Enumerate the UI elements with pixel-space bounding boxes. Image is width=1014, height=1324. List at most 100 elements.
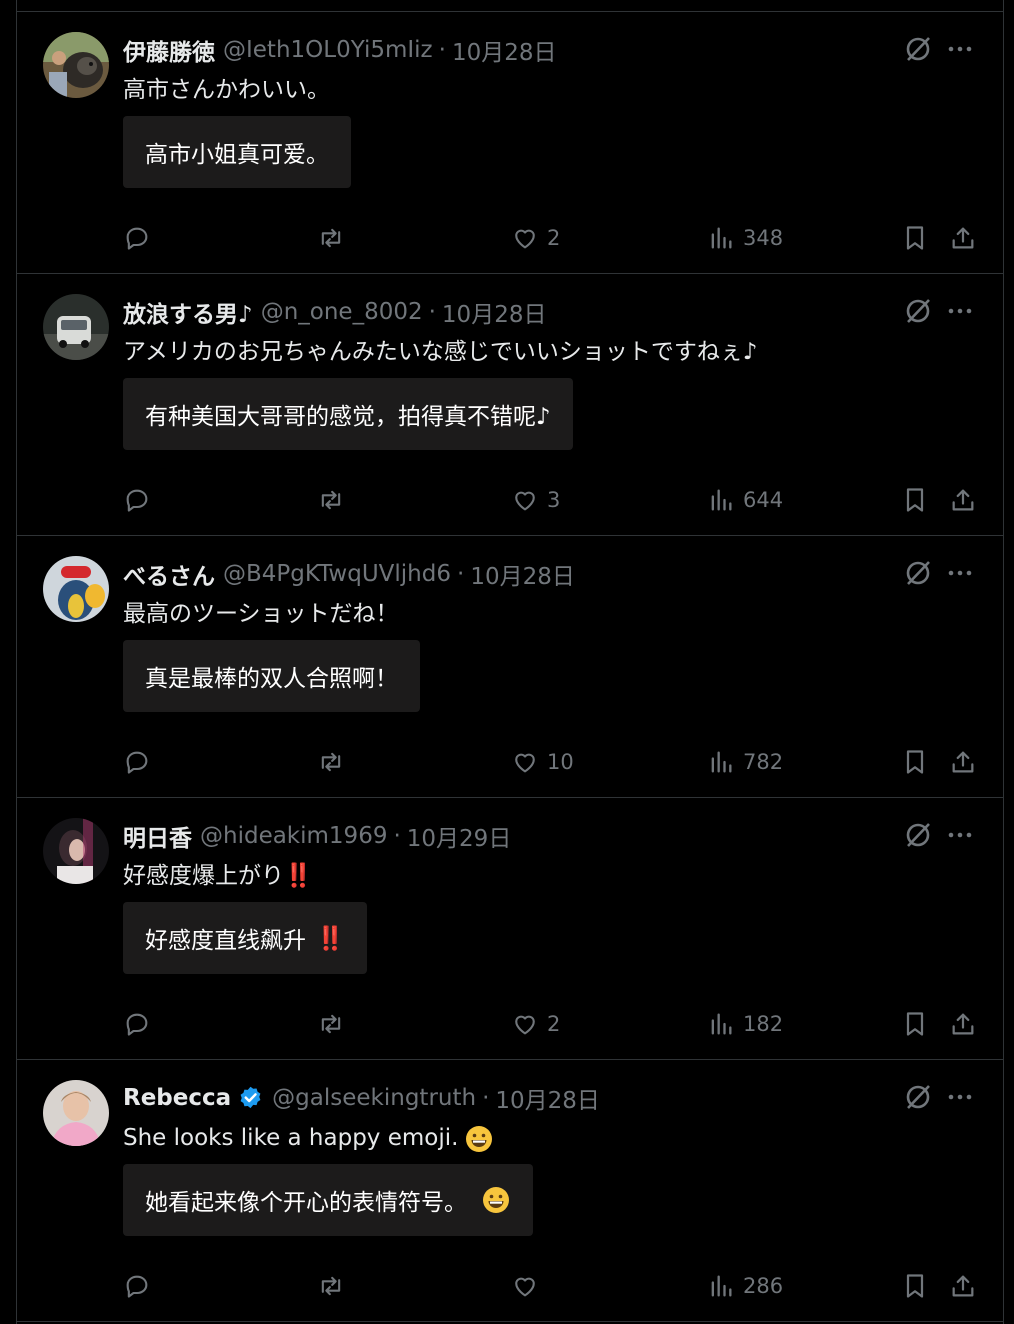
- person-pink-avatar[interactable]: [43, 1080, 109, 1146]
- translation-text: 好感度直线飙升: [145, 928, 306, 954]
- double-exclamation-emoji: ‼️: [284, 863, 313, 889]
- user-name[interactable]: べるさん: [123, 557, 215, 591]
- reply-icon: [126, 227, 148, 250]
- more-icon[interactable]: [945, 1084, 975, 1110]
- bookmark-button[interactable]: [901, 1004, 929, 1044]
- views-button[interactable]: 182: [707, 1004, 783, 1044]
- user-handle[interactable]: @galseekingtruth: [272, 1085, 476, 1111]
- views-icon: [711, 227, 732, 249]
- translation-box: 高市小姐真可爱。: [123, 116, 351, 188]
- views-button[interactable]: 348: [707, 218, 783, 258]
- share-button[interactable]: [949, 1266, 977, 1306]
- user-name[interactable]: 放浪する男♪: [123, 295, 253, 329]
- like-button[interactable]: 10: [511, 742, 574, 782]
- bookmark-button[interactable]: [901, 218, 929, 258]
- bookmark-button[interactable]: [901, 1266, 929, 1306]
- person-night-avatar[interactable]: [43, 818, 109, 884]
- timestamp[interactable]: 10月28日: [470, 557, 575, 591]
- share-button[interactable]: [949, 480, 977, 520]
- reply-button[interactable]: [123, 1266, 151, 1306]
- translation-box: 有种美国大哥哥的感觉，拍得真不错呢♪: [123, 378, 573, 450]
- timestamp[interactable]: 10月28日: [495, 1081, 600, 1115]
- share-button[interactable]: [949, 742, 977, 782]
- user-handle[interactable]: @Ieth1OL0Yi5mIiz: [223, 37, 433, 63]
- retweet-button[interactable]: [317, 1266, 345, 1306]
- like-button[interactable]: 3: [511, 480, 560, 520]
- more-icon[interactable]: [945, 560, 975, 586]
- like-button[interactable]: 2: [511, 1004, 560, 1044]
- double-exclamation-emoji: ‼️: [316, 925, 345, 952]
- bookmark-button[interactable]: [901, 742, 929, 782]
- tweet-text: 高市さんかわいい。: [123, 77, 330, 103]
- reply-button[interactable]: [123, 480, 151, 520]
- user-name[interactable]: 明日香: [123, 819, 192, 853]
- grinning-face-emoji: [481, 1185, 511, 1215]
- view-count: 644: [743, 488, 784, 512]
- share-button[interactable]: [949, 1004, 977, 1044]
- more-icon[interactable]: [945, 822, 975, 848]
- bookmark-icon: [906, 488, 924, 512]
- dog-photo-avatar[interactable]: [43, 32, 109, 98]
- user-handle[interactable]: @B4PgKTwqUVljhd6: [223, 561, 451, 587]
- user-handle[interactable]: @n_one_8002: [261, 299, 423, 325]
- share-icon: [952, 1013, 974, 1035]
- timestamp[interactable]: 10月29日: [407, 819, 512, 853]
- views-button[interactable]: 286: [707, 1266, 783, 1306]
- tweet-text: アメリカのお兄ちゃんみたいな感じでいいショットですねぇ♪: [123, 339, 758, 365]
- retweet-button[interactable]: [317, 1004, 345, 1044]
- retweet-button[interactable]: [317, 480, 345, 520]
- retweet-button[interactable]: [317, 742, 345, 782]
- like-count: 2: [547, 1012, 561, 1036]
- grok-icon[interactable]: [903, 1082, 933, 1112]
- timestamp[interactable]: 10月28日: [452, 33, 557, 67]
- user-name[interactable]: 伊藤勝徳: [123, 33, 215, 67]
- share-button[interactable]: [949, 218, 977, 258]
- views-button[interactable]: 644: [707, 480, 783, 520]
- separator: ·: [428, 299, 436, 325]
- views-icon: [711, 1275, 732, 1297]
- grok-icon[interactable]: [903, 296, 933, 326]
- view-count: 182: [743, 1012, 784, 1036]
- timestamp[interactable]: 10月28日: [442, 295, 547, 329]
- grok-icon[interactable]: [903, 34, 933, 64]
- more-icon[interactable]: [945, 298, 975, 324]
- views-icon: [711, 1013, 732, 1035]
- reply-button[interactable]: [123, 742, 151, 782]
- translation-text: 她看起来像个开心的表情符号。: [145, 1190, 467, 1216]
- reply-button[interactable]: [123, 218, 151, 258]
- tweet-header: 明日香 @hideakim1969 · 10月29日: [123, 820, 511, 852]
- tweet[interactable]: 放浪する男♪ @n_one_8002 · 10月28日 アメリカのお兄ちゃんみた…: [17, 274, 1003, 536]
- tweet[interactable]: べるさん @B4PgKTwqUVljhd6 · 10月28日 最高のツーショット…: [17, 536, 1003, 798]
- tweet[interactable]: 伊藤勝徳 @Ieth1OL0Yi5mIiz · 10月28日 高市さんかわいい。…: [17, 12, 1003, 274]
- like-button[interactable]: [511, 1266, 547, 1306]
- grok-icon[interactable]: [903, 820, 933, 850]
- heart-icon: [515, 491, 535, 511]
- user-name[interactable]: Rebecca: [123, 1085, 231, 1111]
- grinning-face-emoji: [464, 1124, 494, 1154]
- views-icon: [711, 489, 732, 511]
- retweet-button[interactable]: [317, 218, 345, 258]
- verified-badge-icon[interactable]: [237, 1085, 264, 1112]
- tweet-text: 最高のツーショットだね！: [123, 601, 399, 627]
- reply-button[interactable]: [123, 1004, 151, 1044]
- translation-box: 她看起来像个开心的表情符号。: [123, 1164, 533, 1236]
- tweet-text: She looks like a happy emoji.: [123, 1122, 494, 1154]
- reply-icon: [126, 751, 148, 774]
- translation-box: 好感度直线飙升 ‼️: [123, 902, 367, 974]
- grok-icon[interactable]: [903, 558, 933, 588]
- bookmark-icon: [906, 1012, 924, 1036]
- tweet-text: 好感度爆上がり‼️: [123, 860, 313, 892]
- bookmark-button[interactable]: [901, 480, 929, 520]
- retweet-icon: [321, 752, 341, 772]
- more-icon[interactable]: [945, 36, 975, 62]
- user-handle[interactable]: @hideakim1969: [200, 823, 387, 849]
- plush-toy-avatar[interactable]: [43, 556, 109, 622]
- tweet[interactable]: Rebecca @galseekingtruth · 10月28日 She lo…: [17, 1060, 1003, 1322]
- views-button[interactable]: 782: [707, 742, 783, 782]
- tweet-actions: 10 782: [17, 742, 1003, 782]
- translation-text: 有种美国大哥哥的感觉，拍得真不错呢♪: [145, 404, 551, 430]
- car-photo-avatar[interactable]: [43, 294, 109, 360]
- tweet[interactable]: 明日香 @hideakim1969 · 10月29日 好感度爆上がり‼️ 好感度…: [17, 798, 1003, 1060]
- like-button[interactable]: 2: [511, 218, 560, 258]
- tweet-header: Rebecca @galseekingtruth · 10月28日: [123, 1082, 600, 1114]
